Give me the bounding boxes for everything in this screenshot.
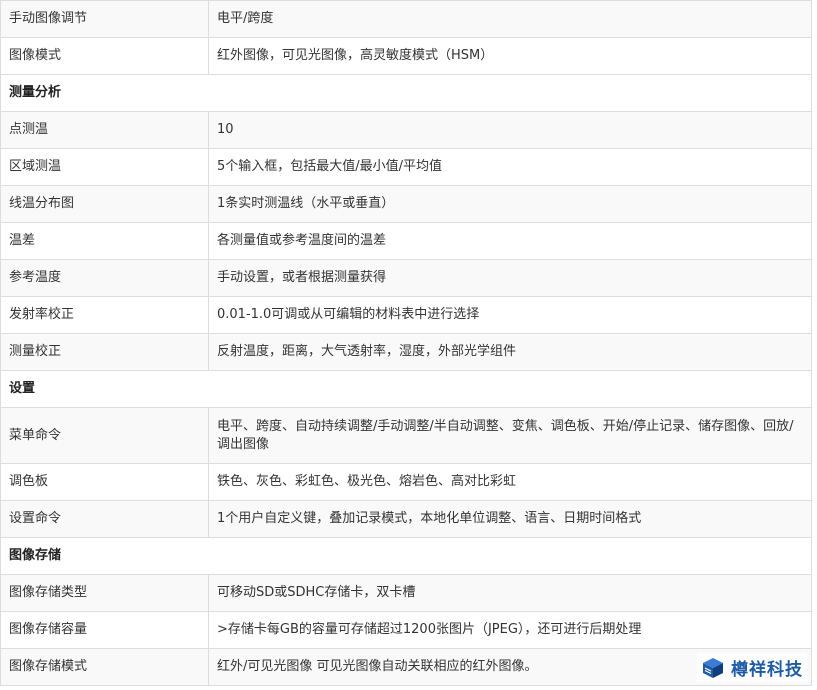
section-title: 图像存储 [0, 537, 812, 575]
table-row: 参考温度 手动设置，或者根据测量获得 [0, 259, 812, 297]
watermark-text: 樽祥科技 [731, 660, 803, 680]
spec-table: 手动图像调节 电平/跨度 图像模式 红外图像，可见光图像，高灵敏度模式（HSM） 测量分… [0, 0, 812, 686]
spec-value: 铁色、灰色、彩虹色、极光色、熔岩色、高对比彩虹 [208, 463, 812, 501]
spec-value: 1个用户自定义键，叠加记录模式，本地化单位调整、语言、日期时间格式 [208, 500, 812, 538]
spec-table-body: 手动图像调节 电平/跨度 图像模式 红外图像，可见光图像，高灵敏度模式（HSM） 测量分… [0, 0, 812, 686]
section-row: 图像存储 [0, 537, 812, 575]
spec-value: 1条实时测温线（水平或垂直） [208, 185, 812, 223]
spec-label: 发射率校正 [0, 296, 209, 334]
table-row: 温差 各测量值或参考温度间的温差 [0, 222, 812, 260]
spec-label: 调色板 [0, 463, 209, 501]
spec-label: 菜单命令 [0, 407, 209, 464]
table-row: 测量校正 反射温度，距离，大气透射率，湿度，外部光学组件 [0, 333, 812, 371]
table-row: 图像存储类型 可移动SD或SDHC存储卡，双卡槽 [0, 574, 812, 612]
spec-label: 温差 [0, 222, 209, 260]
spec-value: 10 [208, 111, 812, 149]
table-row: 图像模式 红外图像，可见光图像，高灵敏度模式（HSM） [0, 37, 812, 75]
spec-label: 图像存储容量 [0, 611, 209, 649]
section-title: 设置 [0, 370, 812, 408]
spec-label: 测量校正 [0, 333, 209, 371]
table-row: 线温分布图 1条实时测温线（水平或垂直） [0, 185, 812, 223]
spec-value: 0.01-1.0可调或从可编辑的材料表中进行选择 [208, 296, 812, 334]
section-title: 测量分析 [0, 74, 812, 112]
spec-value: 手动设置，或者根据测量获得 [208, 259, 812, 297]
spec-label: 图像模式 [0, 37, 209, 75]
spec-value: 可移动SD或SDHC存储卡，双卡槽 [208, 574, 812, 612]
spec-value: 5个输入框，包括最大值/最小值/平均值 [208, 148, 812, 186]
spec-value: 电平、跨度、自动持续调整/手动调整/半自动调整、变焦、调色板、开始/停止记录、储… [208, 407, 812, 464]
cube-logo-icon [703, 657, 723, 678]
spec-value: 电平/跨度 [208, 0, 812, 38]
section-row: 测量分析 [0, 74, 812, 112]
spec-value: 红外图像，可见光图像，高灵敏度模式（HSM） [208, 37, 812, 75]
spec-label: 参考温度 [0, 259, 209, 297]
watermark: 樽祥科技 [697, 653, 807, 682]
spec-label: 点测温 [0, 111, 209, 149]
spec-label: 线温分布图 [0, 185, 209, 223]
table-row: 图像存储容量 >存储卡每GB的容量可存储超过1200张图片（JPEG），还可进行后… [0, 611, 812, 649]
spec-label: 设置命令 [0, 500, 209, 538]
table-row: 调色板 铁色、灰色、彩虹色、极光色、熔岩色、高对比彩虹 [0, 463, 812, 501]
spec-value: 各测量值或参考温度间的温差 [208, 222, 812, 260]
table-row: 区域测温 5个输入框，包括最大值/最小值/平均值 [0, 148, 812, 186]
spec-value: 反射温度，距离，大气透射率，湿度，外部光学组件 [208, 333, 812, 371]
table-row: 发射率校正 0.01-1.0可调或从可编辑的材料表中进行选择 [0, 296, 812, 334]
spec-value: >存储卡每GB的容量可存储超过1200张图片（JPEG），还可进行后期处理 [208, 611, 812, 649]
spec-label: 图像存储类型 [0, 574, 209, 612]
spec-label: 图像存储模式 [0, 648, 209, 686]
table-row: 菜单命令 电平、跨度、自动持续调整/手动调整/半自动调整、变焦、调色板、开始/停止… [0, 407, 812, 464]
table-row: 手动图像调节 电平/跨度 [0, 0, 812, 38]
section-row: 设置 [0, 370, 812, 408]
table-row: 图像存储模式 红外/可见光图像 可见光图像自动关联相应的红外图像。 [0, 648, 812, 686]
table-row: 点测温 10 [0, 111, 812, 149]
spec-label: 区域测温 [0, 148, 209, 186]
spec-label: 手动图像调节 [0, 0, 209, 38]
table-row: 设置命令 1个用户自定义键，叠加记录模式，本地化单位调整、语言、日期时间格式 [0, 500, 812, 538]
